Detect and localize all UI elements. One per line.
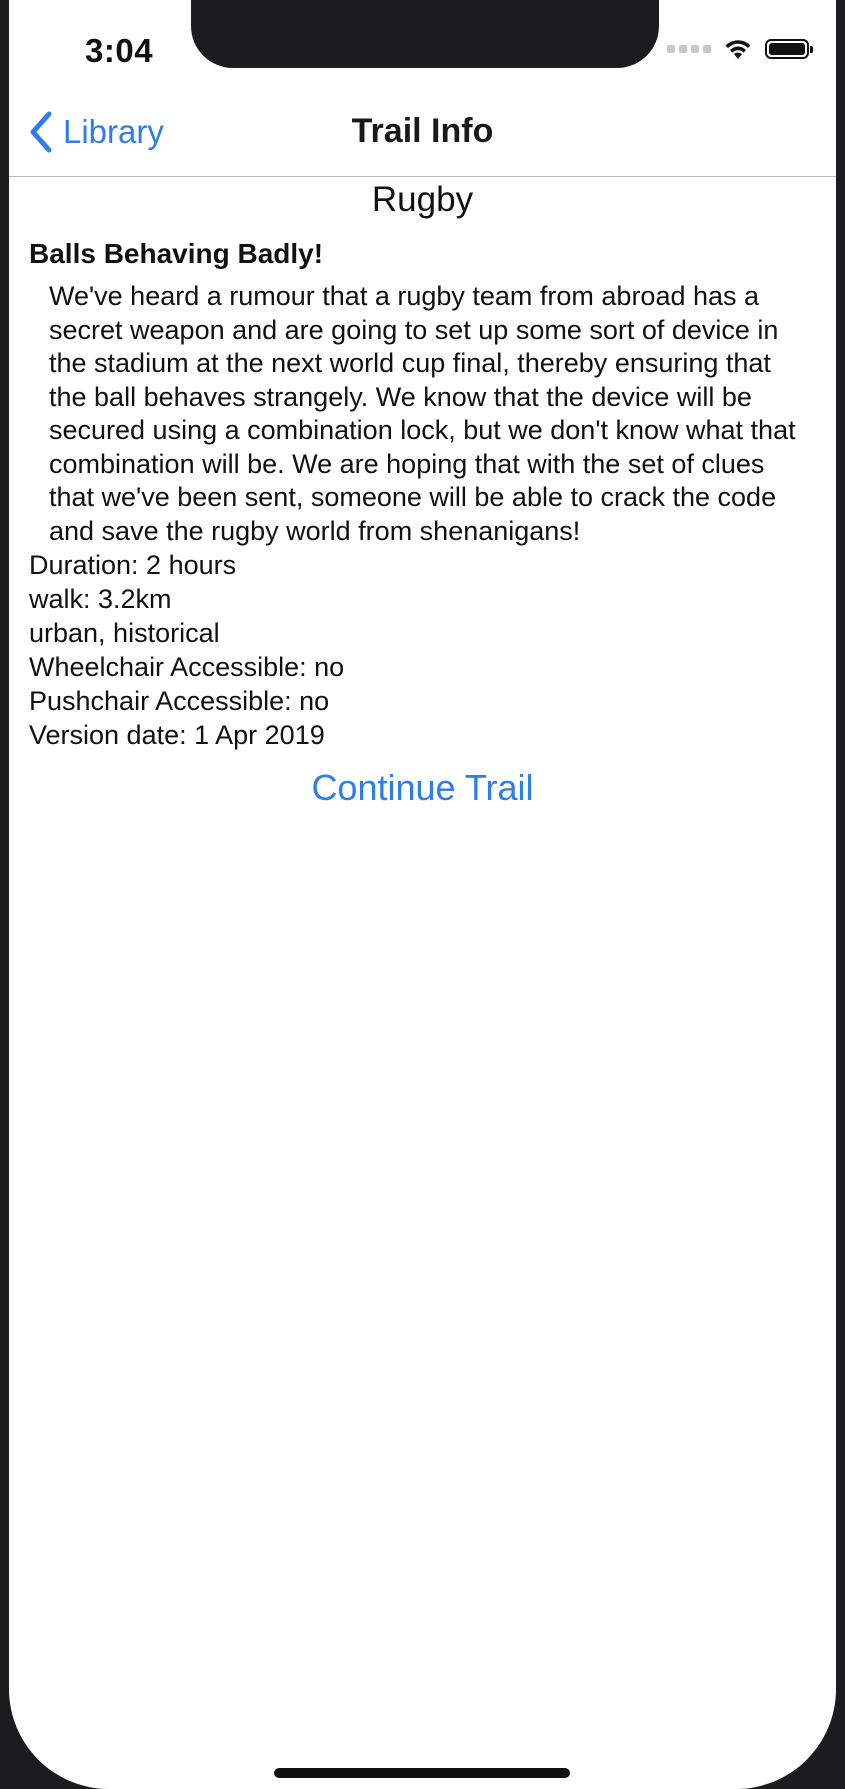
trail-heading: Balls Behaving Badly! xyxy=(29,238,324,269)
home-indicator xyxy=(274,1768,570,1778)
duration-text: Duration: 2 hours xyxy=(29,550,237,580)
trail-name: Rugby xyxy=(371,180,474,219)
trail-description: We've heard a rumour that a rugby team f… xyxy=(49,281,796,546)
status-icons xyxy=(667,38,813,60)
walk-distance-text: walk: 3.2km xyxy=(29,584,172,614)
trail-tags-text: urban, historical xyxy=(29,618,220,648)
page-title: Trail Info xyxy=(351,112,494,150)
trail-info-content: Rugby Balls Behaving Badly! We've heard … xyxy=(9,176,836,810)
signal-icon xyxy=(667,45,711,53)
wifi-icon xyxy=(725,40,751,59)
trail-facts: Duration: 2 hours walk: 3.2km urban, his… xyxy=(29,548,836,752)
wheelchair-accessible-text: Wheelchair Accessible: no xyxy=(29,652,345,682)
navigation-bar: Library Trail Info xyxy=(9,96,836,177)
pushchair-accessible-text: Pushchair Accessible: no xyxy=(29,686,330,716)
version-date-text: Version date: 1 Apr 2019 xyxy=(29,720,325,750)
status-time: 3:04 xyxy=(85,32,154,69)
battery-icon xyxy=(765,39,813,59)
continue-trail-button[interactable]: Continue Trail xyxy=(305,766,539,810)
notch xyxy=(191,0,659,68)
